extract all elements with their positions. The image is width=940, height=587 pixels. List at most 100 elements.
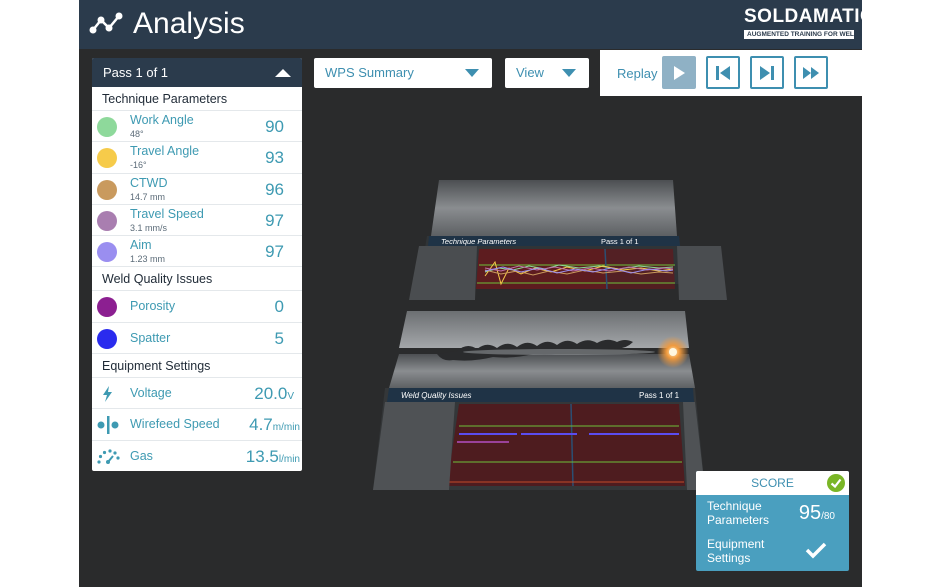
wps-summary-dropdown[interactable]: WPS Summary bbox=[314, 58, 492, 88]
row-label: CTWD bbox=[130, 175, 168, 190]
row-sub-value: 3.1 mm/s bbox=[130, 222, 168, 233]
play-icon bbox=[674, 66, 685, 80]
score-equipment-label: Equipment Settings bbox=[707, 537, 764, 565]
brand-logo: SOLDAMATIC AUGMENTED TRAINING FOR WELDIN… bbox=[744, 6, 862, 39]
skip-forward-icon bbox=[760, 66, 774, 80]
fast-forward-icon bbox=[803, 67, 819, 79]
quality-row-spatter[interactable]: Spatter 5 bbox=[92, 323, 302, 355]
skip-back-icon bbox=[716, 66, 730, 80]
work-angle-color-dot bbox=[97, 117, 117, 137]
parameters-panel: Pass 1 of 1 Technique Parameters Work An… bbox=[92, 58, 302, 471]
row-label: Voltage bbox=[130, 386, 172, 401]
score-equipment-label-line1: Equipment bbox=[707, 537, 765, 551]
equipment-row-voltage: Voltage 20.0V bbox=[92, 378, 302, 410]
technique-section-title: Technique Parameters bbox=[92, 87, 302, 111]
row-score: 97 bbox=[265, 242, 284, 262]
travel-speed-color-dot bbox=[97, 210, 117, 231]
page-title: Analysis bbox=[133, 7, 245, 40]
porosity-color-dot bbox=[97, 297, 117, 318]
lower-weld-plate bbox=[389, 354, 695, 388]
row-label: Aim bbox=[130, 238, 152, 253]
aim-color-dot bbox=[97, 242, 117, 263]
analysis-graph-icon bbox=[89, 12, 123, 34]
score-value: 95 bbox=[798, 502, 822, 524]
row-count: 0 bbox=[274, 297, 284, 317]
play-button[interactable] bbox=[662, 56, 696, 89]
voltage-value: 20.0 bbox=[254, 384, 288, 404]
score-technique-label-line2: Parameters bbox=[707, 513, 770, 527]
spatter-color-dot bbox=[97, 328, 117, 349]
torch-arc bbox=[669, 348, 677, 356]
score-technique-value: 95/80 bbox=[799, 502, 835, 525]
right-chart-block bbox=[677, 246, 727, 300]
lightning-icon bbox=[103, 386, 112, 403]
score-technique-label-line1: Technique bbox=[707, 499, 762, 513]
row-score: 90 bbox=[265, 117, 284, 136]
brand-name: SOLDAMATIC bbox=[744, 6, 862, 27]
row-label: Gas bbox=[130, 448, 153, 463]
wirefeed-icon bbox=[97, 416, 119, 435]
technique-row-travel-speed[interactable]: Travel Speed 3.1 mm/s 97 bbox=[92, 205, 302, 237]
replay-label: Replay bbox=[617, 66, 658, 81]
top-plate bbox=[431, 180, 677, 236]
quality-chart-pass: Pass 1 of 1 bbox=[639, 391, 680, 400]
row-label: Travel Angle bbox=[130, 144, 200, 159]
chevron-down-icon bbox=[465, 69, 479, 77]
technique-row-work-angle[interactable]: Work Angle 48° 90 bbox=[92, 111, 302, 143]
chevron-down-icon bbox=[562, 69, 576, 77]
quality-chart-area bbox=[447, 404, 685, 486]
row-label: Wirefeed Speed bbox=[130, 417, 220, 432]
technique-row-aim[interactable]: Aim 1.23 mm 97 bbox=[92, 236, 302, 268]
quality-row-porosity[interactable]: Porosity 0 bbox=[92, 291, 302, 323]
equipment-section-title: Equipment Settings bbox=[92, 354, 302, 379]
technique-list: Work Angle 48° 90 Travel Angle -16° 93 C… bbox=[92, 111, 302, 268]
weld-3d-view[interactable]: Technique Parameters Pass 1 of 1 Weld Qu… bbox=[289, 176, 819, 496]
left-quality-block bbox=[373, 402, 455, 490]
row-label: Spatter bbox=[130, 330, 171, 345]
pass-selector[interactable]: Pass 1 of 1 bbox=[92, 58, 302, 87]
row-count: 5 bbox=[274, 328, 284, 348]
row-sub-value: 1.23 mm bbox=[130, 254, 166, 265]
wps-summary-label: WPS Summary bbox=[325, 65, 414, 80]
score-equipment-label-line2: Settings bbox=[707, 551, 751, 565]
quality-chart-title: Weld Quality Issues bbox=[401, 391, 472, 400]
brand-tagline: AUGMENTED TRAINING FOR WELDING bbox=[744, 30, 862, 39]
score-max: /80 bbox=[821, 511, 835, 522]
left-chart-block bbox=[409, 246, 477, 300]
score-title: SCORE bbox=[751, 476, 794, 490]
replay-controls: Replay bbox=[600, 50, 862, 96]
chevron-up-icon[interactable] bbox=[275, 69, 291, 77]
gas-gauge-icon bbox=[97, 449, 120, 464]
skip-to-end-button[interactable] bbox=[750, 56, 784, 89]
skip-to-start-button[interactable] bbox=[706, 56, 740, 89]
wirefeed-value: 4.7 bbox=[249, 415, 273, 435]
row-sub-value: 48° bbox=[130, 129, 144, 139]
row-sub-value: 14.7 mm bbox=[130, 191, 166, 202]
gas-value: 13.5 bbox=[245, 446, 279, 466]
row-score: 96 bbox=[265, 179, 284, 199]
view-label: View bbox=[516, 65, 544, 80]
equipment-row-wirefeed: Wirefeed Speed 4.7m/min bbox=[92, 409, 302, 441]
quality-list: Porosity 0 Spatter 5 bbox=[92, 291, 302, 355]
technique-chart-pass: Pass 1 of 1 bbox=[601, 237, 639, 246]
weld-bead-highlight bbox=[463, 349, 655, 355]
ctwd-color-dot bbox=[97, 179, 117, 200]
technique-row-travel-angle[interactable]: Travel Angle -16° 93 bbox=[92, 142, 302, 174]
fast-forward-button[interactable] bbox=[794, 56, 828, 89]
row-score: 97 bbox=[265, 210, 284, 230]
row-label: Travel Speed bbox=[130, 206, 204, 221]
row-label: Work Angle bbox=[130, 113, 194, 127]
view-dropdown[interactable]: View bbox=[505, 58, 589, 88]
score-header: SCORE bbox=[696, 471, 849, 495]
equipment-row-gas: Gas 13.5l/min bbox=[92, 441, 302, 471]
app-window: Analysis SOLDAMATIC AUGMENTED TRAINING F… bbox=[79, 0, 862, 587]
header-bar: Analysis SOLDAMATIC AUGMENTED TRAINING F… bbox=[79, 0, 862, 49]
score-card: SCORE Technique Parameters 95/80 Equipme… bbox=[696, 471, 849, 571]
travel-angle-color-dot bbox=[97, 148, 117, 169]
equipment-list: Voltage 20.0V Wirefeed Speed 4.7m/min Ga… bbox=[92, 378, 302, 471]
row-sub-value: -16° bbox=[130, 160, 147, 171]
quality-section-title: Weld Quality Issues bbox=[92, 267, 302, 292]
technique-chart-title: Technique Parameters bbox=[441, 237, 516, 246]
technique-row-ctwd[interactable]: CTWD 14.7 mm 96 bbox=[92, 174, 302, 205]
checkmark-icon bbox=[805, 542, 827, 559]
